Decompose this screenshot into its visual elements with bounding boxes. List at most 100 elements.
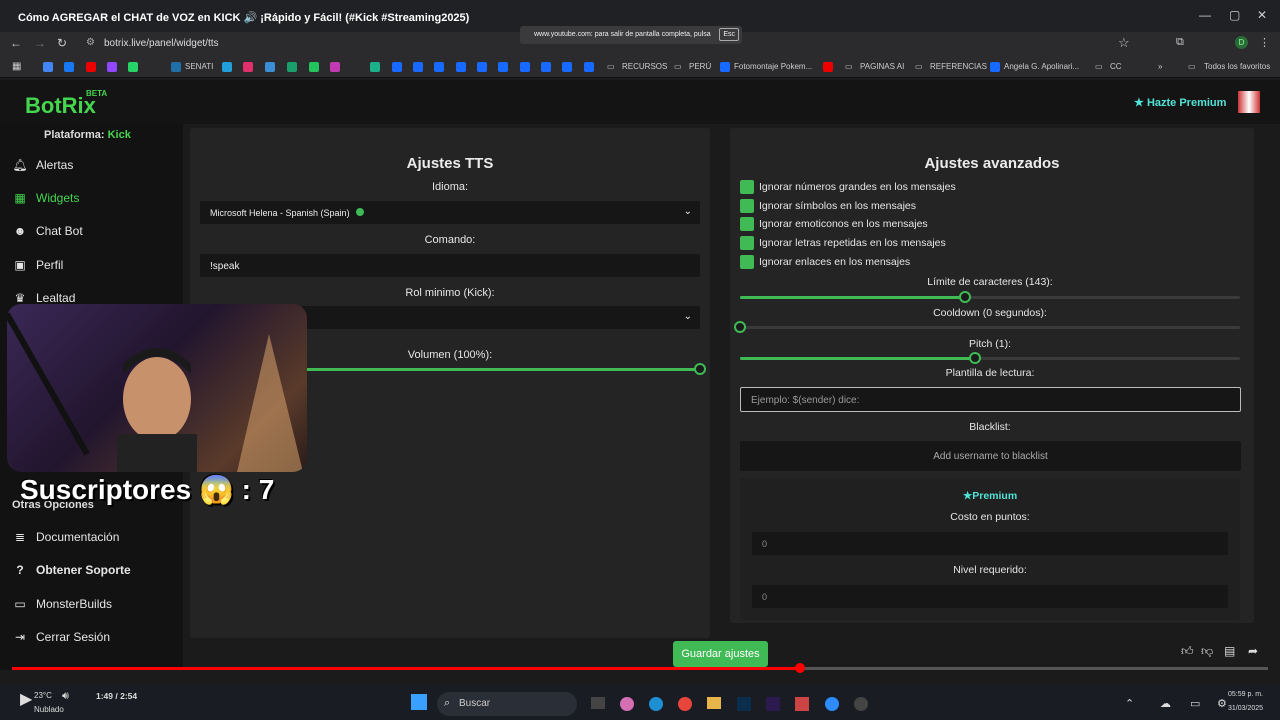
behance-icon[interactable] <box>477 62 487 72</box>
reload-icon[interactable]: ↻ <box>57 36 67 50</box>
char-limit-slider-handle[interactable] <box>959 291 971 303</box>
like-icon[interactable]: 👍︎ <box>1181 644 1194 659</box>
forward-icon[interactable]: → <box>34 36 46 50</box>
sidebar-item-cerrar-sesion[interactable]: ⇥ Cerrar Sesión <box>12 630 110 644</box>
sidebar-item-soporte[interactable]: ? Obtener Soporte <box>12 563 130 577</box>
char-limit-slider[interactable] <box>740 291 1240 303</box>
dislike-icon[interactable]: 👎︎ <box>1201 644 1213 659</box>
bookmark-cc[interactable]: CC <box>1110 62 1122 71</box>
telegram-icon[interactable] <box>222 62 232 72</box>
behance-icon[interactable] <box>584 62 594 72</box>
premium-button[interactable]: ★ Hazte Premium <box>1134 96 1226 109</box>
bookmark-referencias[interactable]: REFERENCIAS <box>930 62 987 71</box>
url-field[interactable]: botrix.live/panel/widget/tts <box>104 38 219 49</box>
senati-icon[interactable] <box>171 62 181 72</box>
app-icon[interactable] <box>795 697 809 711</box>
behance-icon[interactable] <box>456 62 466 72</box>
checkbox-ignore-emotes[interactable] <box>740 217 754 231</box>
file-explorer-icon[interactable] <box>707 697 721 709</box>
zoom-icon[interactable] <box>825 697 839 711</box>
tray-chevron-icon[interactable]: ⌃ <box>1125 697 1134 710</box>
bookmark-fotomontaje[interactable]: Fotomontaje Pokem... <box>734 62 812 71</box>
share-icon[interactable]: ➦ <box>1248 644 1258 658</box>
taskbar-search[interactable]: ⌕ Buscar <box>437 692 577 716</box>
site-info-icon[interactable]: ⚙ <box>86 37 95 48</box>
bookmark-app-icon[interactable] <box>309 62 319 72</box>
behance-icon[interactable] <box>413 62 423 72</box>
bookmark-app-icon[interactable] <box>287 62 297 72</box>
bookmark-all-favorites[interactable]: Todos los favoritos <box>1204 62 1270 71</box>
bookmark-recursos[interactable]: RECURSOS <box>622 62 667 71</box>
cooldown-slider-handle[interactable] <box>734 321 746 333</box>
maximize-icon[interactable]: ▢ <box>1229 8 1240 22</box>
bookmark-app-icon[interactable] <box>265 62 275 72</box>
google-icon[interactable] <box>43 62 53 72</box>
settings-icon[interactable]: ⚙ <box>1217 697 1227 710</box>
windows-start-icon[interactable] <box>411 694 427 710</box>
youtube-icon[interactable] <box>86 62 96 72</box>
save-settings-button[interactable]: Guardar ajustes <box>673 641 768 667</box>
sidebar-item-widgets[interactable]: ▦ Widgets <box>12 191 79 205</box>
copilot-icon[interactable] <box>620 697 634 711</box>
comment-icon[interactable]: ▤ <box>1224 644 1235 658</box>
checkbox-ignore-repeated[interactable] <box>740 236 754 250</box>
pitch-slider-handle[interactable] <box>969 352 981 364</box>
apps-grid-icon[interactable]: ▦ <box>12 61 21 72</box>
checkbox-ignore-numbers[interactable] <box>740 180 754 194</box>
close-icon[interactable]: ✕ <box>1257 8 1267 22</box>
user-avatar[interactable] <box>1238 91 1260 113</box>
chevron-right-icon[interactable]: » <box>1158 62 1162 71</box>
profile-avatar[interactable]: D <box>1235 36 1248 49</box>
behance-icon[interactable] <box>392 62 402 72</box>
sidebar-item-documentacion[interactable]: ≣ Documentación <box>12 530 119 544</box>
premiere-icon[interactable] <box>766 697 780 711</box>
language-select[interactable]: Microsoft Helena - Spanish (Spain) ⌄ <box>200 201 700 224</box>
cooldown-slider[interactable] <box>734 321 1240 333</box>
minimize-icon[interactable]: — <box>1199 8 1211 22</box>
twitch-icon[interactable] <box>107 62 117 72</box>
behance-icon[interactable] <box>520 62 530 72</box>
bookmark-paginas-ai[interactable]: PAGINAS AI <box>860 62 904 71</box>
behance-icon[interactable] <box>498 62 508 72</box>
youtube-icon[interactable] <box>823 62 833 72</box>
pitch-slider[interactable] <box>740 352 1240 364</box>
checkbox-ignore-links[interactable] <box>740 255 754 269</box>
bookmark-senati[interactable]: SENATI <box>185 62 213 71</box>
behance-icon[interactable] <box>541 62 551 72</box>
facebook-icon[interactable] <box>64 62 74 72</box>
play-icon[interactable]: ▶ <box>20 689 32 709</box>
volume-slider-handle[interactable] <box>694 363 706 375</box>
bookmark-peru[interactable]: PERÚ <box>689 62 711 71</box>
level-input[interactable]: 0 <box>752 585 1228 608</box>
blacklist-input[interactable]: Add username to blacklist <box>740 441 1241 471</box>
sidebar-item-chat-bot[interactable]: ☻ Chat Bot <box>12 224 83 238</box>
extensions-icon[interactable]: ⧉ <box>1176 36 1184 49</box>
bookmark-star-icon[interactable]: ☆ <box>1118 35 1130 51</box>
edge-icon[interactable] <box>649 697 663 711</box>
back-icon[interactable]: ← <box>10 36 22 50</box>
bookmark-app-icon[interactable] <box>370 62 380 72</box>
sidebar-item-monsterbuilds[interactable]: ▭ MonsterBuilds <box>12 597 112 611</box>
sidebar-item-lealtad[interactable]: ♛ Lealtad <box>12 291 76 305</box>
video-progress-handle[interactable] <box>794 663 805 673</box>
photoshop-icon[interactable] <box>737 697 751 711</box>
command-input[interactable]: !speak <box>200 254 700 277</box>
bookmark-app-icon[interactable] <box>330 62 340 72</box>
behance-icon[interactable] <box>990 62 1000 72</box>
cloud-icon[interactable]: ☁ <box>1160 697 1171 710</box>
chrome-icon[interactable] <box>678 697 692 711</box>
cost-input[interactable]: 0 <box>752 532 1228 555</box>
checkbox-ignore-symbols[interactable] <box>740 199 754 213</box>
menu-icon[interactable]: ⋮ <box>1259 36 1270 49</box>
app-icon[interactable] <box>854 697 868 711</box>
whatsapp-icon[interactable] <box>128 62 138 72</box>
sidebar-item-perfil[interactable]: ▣ Perfil <box>12 258 63 272</box>
task-view-icon[interactable] <box>591 697 605 709</box>
behance-icon[interactable] <box>720 62 730 72</box>
instagram-icon[interactable] <box>243 62 253 72</box>
bookmark-angela[interactable]: Angela G. Apolinari... <box>1004 62 1079 71</box>
monitor-icon[interactable]: ▭ <box>1190 697 1200 710</box>
behance-icon[interactable] <box>434 62 444 72</box>
behance-icon[interactable] <box>562 62 572 72</box>
template-input[interactable]: Ejemplo: $(sender) dice: <box>740 387 1241 412</box>
